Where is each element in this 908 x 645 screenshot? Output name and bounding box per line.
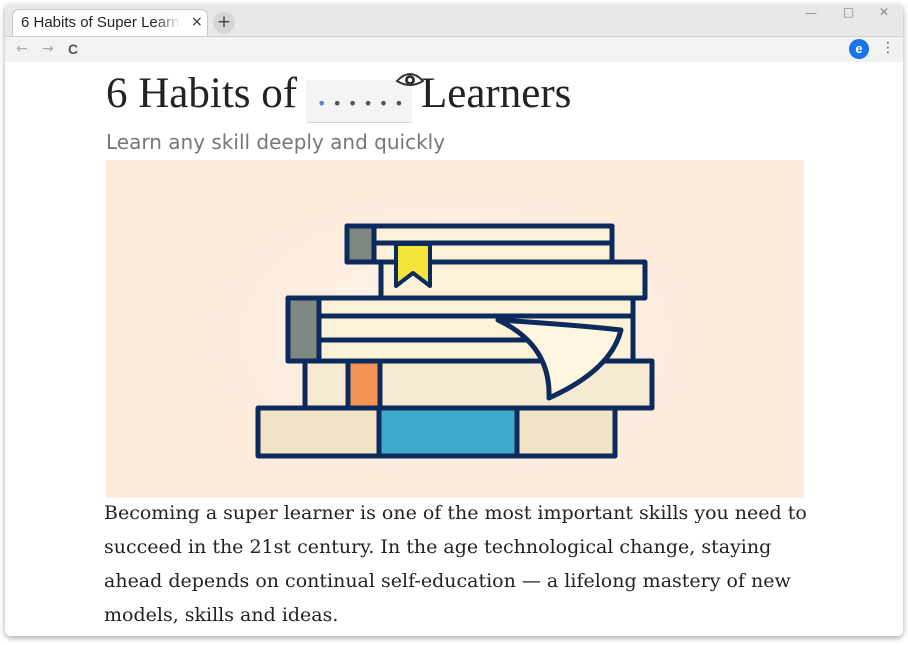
- browser-window: 6 Habits of Super Learners × + — □ ✕ ← →…: [5, 4, 903, 636]
- blue-book-band: [376, 405, 520, 459]
- hidden-word-mask: ••••••: [317, 94, 410, 113]
- minimize-icon[interactable]: —: [805, 6, 817, 20]
- hero-image: [106, 160, 804, 498]
- reload-icon[interactable]: C: [68, 41, 78, 57]
- page-content: 6 Habits of Learners •••••• Learn any sk…: [5, 62, 903, 636]
- page-subtitle: Learn any skill deeply and quickly: [106, 130, 446, 154]
- maximize-icon[interactable]: □: [843, 5, 854, 19]
- new-tab-button[interactable]: +: [213, 12, 235, 34]
- tab-article[interactable]: 6 Habits of Super Learners ×: [12, 9, 208, 36]
- eye-icon[interactable]: [395, 70, 425, 92]
- mask-dots: •••••: [332, 94, 410, 113]
- close-window-icon[interactable]: ✕: [879, 5, 889, 19]
- grey-spine-lower: [285, 295, 322, 364]
- back-arrow-icon[interactable]: ←: [16, 41, 28, 57]
- books-illustration: [106, 160, 804, 498]
- title-prefix: 6 Habits of: [106, 70, 298, 117]
- title-suffix: Learners: [421, 70, 572, 117]
- browser-toolbar: ← → C e ⋮: [5, 36, 903, 62]
- tab-strip: 6 Habits of Super Learners × + — □ ✕: [5, 4, 903, 36]
- tab-close-icon[interactable]: ×: [191, 14, 203, 30]
- tab-title: 6 Habits of Super Learners: [21, 14, 181, 31]
- kebab-menu-icon[interactable]: ⋮: [881, 40, 895, 56]
- grey-spine-top: [344, 223, 377, 265]
- extension-icon[interactable]: e: [849, 39, 869, 59]
- forward-arrow-icon[interactable]: →: [42, 41, 54, 57]
- article-paragraph: Becoming a super learner is one of the m…: [104, 502, 807, 626]
- orange-spine: [345, 358, 383, 411]
- first-mask-dot: •: [317, 94, 333, 113]
